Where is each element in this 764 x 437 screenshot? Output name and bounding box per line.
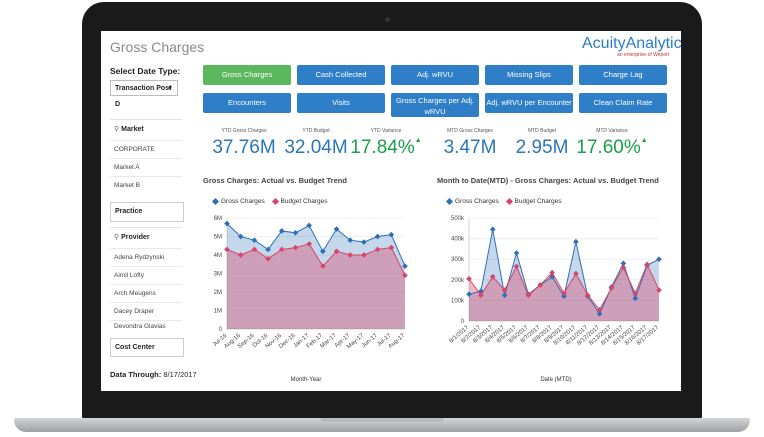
search-icon: ⚲ xyxy=(114,234,120,241)
charge-lag-button[interactable]: Charge Lag xyxy=(579,65,667,85)
adj-wrvu-per-encounter-button[interactable]: Adj. wRVU per Encounter xyxy=(485,93,573,113)
camera-icon xyxy=(385,17,390,22)
market-item[interactable]: Market B xyxy=(110,176,182,194)
date-type-select[interactable]: Transaction Post D ▼ xyxy=(110,80,178,108)
ytd-area-chart: 01M2M3M4M5M6MJul-16Aug-16Sep-16Oct-16Nov… xyxy=(212,216,408,350)
y-tick-label: 1M xyxy=(214,309,222,315)
cost-center-filter[interactable]: Cost Center xyxy=(110,338,184,357)
ytd-gross-label: YTD Gross Charges xyxy=(221,128,267,134)
mtd-chart-title: Month to Date(MTD) - Gross Charges: Actu… xyxy=(437,176,659,185)
data-through-label: Data Through: 8/17/2017 xyxy=(110,370,197,379)
mtd-x-axis-label: Date (MTD) xyxy=(540,377,572,383)
legend-budget-marker xyxy=(271,197,279,205)
gross-charges-per-adj-wrvu-button[interactable]: Gross Charges per Adj. wRVU xyxy=(391,93,479,117)
x-tick-label: Jun-17 xyxy=(361,333,379,350)
cost-center-label: Cost Center xyxy=(115,344,155,351)
mtd-variance-label: MTD Variance xyxy=(596,128,628,134)
mtd-chart-legend: Gross Charges Budget Charges xyxy=(441,197,562,205)
provider-filter[interactable]: ⚲ Provider Adena Rydzynski Aimil Lofty Ar… xyxy=(110,227,182,329)
series-area xyxy=(227,243,405,329)
mtd-area-chart: 0100k200k300k400k500k8/1/20178/2/20178/3… xyxy=(449,216,662,347)
cash-collected-button[interactable]: Cash Collected xyxy=(297,65,385,85)
dashboard-screen: Gross Charges AcuityAnalytics an enterpr… xyxy=(101,31,681,391)
provider-filter-label: Provider xyxy=(121,234,150,241)
legend-budget-label: Budget Charges xyxy=(280,198,328,205)
y-tick-label: 5M xyxy=(214,235,222,241)
ytd-variance-text: 17.84% xyxy=(350,137,415,158)
ytd-gross-value: 37.76M xyxy=(212,137,276,158)
legend-gross-marker xyxy=(445,197,454,205)
mtd-variance-value: 17.60%▲ xyxy=(571,137,653,159)
logo-tagline: an enterprise of Weport xyxy=(617,52,670,58)
data-point xyxy=(489,226,496,233)
y-tick-label: 0 xyxy=(219,327,223,333)
provider-item[interactable]: Devondra Glavias xyxy=(110,320,182,329)
provider-item[interactable]: Dacey Draper xyxy=(110,302,182,320)
up-arrow-icon: ▲ xyxy=(640,137,648,144)
market-filter[interactable]: ⚲ Market CORPORATE Market A Market B xyxy=(110,119,182,194)
y-tick-label: 100k xyxy=(451,298,465,304)
clean-claim-rate-button[interactable]: Clean Claim Rate xyxy=(579,93,667,113)
y-tick-label: 200k xyxy=(451,278,465,284)
practice-filter-label: Practice xyxy=(115,208,143,215)
y-tick-label: 500k xyxy=(451,216,465,222)
market-item[interactable]: Market A xyxy=(110,158,182,176)
provider-item[interactable]: Adena Rydzynski xyxy=(110,248,182,266)
ytd-x-axis-label: Month-Year xyxy=(290,377,322,383)
provider-filter-header[interactable]: ⚲ Provider xyxy=(110,228,182,248)
adj-wrvu-button[interactable]: Adj. wRVU xyxy=(391,65,479,85)
search-icon: ⚲ xyxy=(114,126,120,133)
y-tick-label: 4M xyxy=(214,253,222,259)
data-point xyxy=(513,250,520,256)
provider-item[interactable]: Arch Meugens xyxy=(110,284,182,302)
y-tick-label: 400k xyxy=(451,237,465,243)
ytd-chart-legend: Gross Charges Budget Charges xyxy=(207,197,328,205)
market-item[interactable]: CORPORATE xyxy=(110,140,182,158)
visits-button[interactable]: Visits xyxy=(297,93,385,113)
date-type-value: Transaction Post D xyxy=(115,85,172,108)
ytd-budget-label: YTD Budget xyxy=(302,128,330,134)
up-arrow-icon: ▲ xyxy=(414,137,422,144)
legend-budget-marker xyxy=(505,197,513,205)
market-filter-header[interactable]: ⚲ Market xyxy=(110,120,182,140)
data-through-caption: Data Through: xyxy=(110,370,162,379)
company-logo: AcuityAnalytics xyxy=(582,35,681,52)
data-point xyxy=(573,238,579,245)
legend-gross-label: Gross Charges xyxy=(455,198,499,205)
mtd-budget-label: MTD Budget xyxy=(527,128,557,134)
chevron-down-icon: ▼ xyxy=(167,86,173,92)
y-tick-label: 300k xyxy=(451,257,465,263)
page-title: Gross Charges xyxy=(110,39,205,55)
ytd-variance-value: 17.84%▲ xyxy=(345,137,427,159)
mtd-gross-value: 3.47M xyxy=(443,137,497,158)
practice-filter[interactable]: Practice xyxy=(110,202,184,222)
y-tick-label: 6M xyxy=(214,216,222,222)
gross-charges-button[interactable]: Gross Charges xyxy=(203,65,291,85)
encounters-button[interactable]: Encounters xyxy=(203,93,291,113)
y-tick-label: 2M xyxy=(214,290,222,296)
date-type-label: Select Date Type: xyxy=(110,66,181,76)
legend-gross-label: Gross Charges xyxy=(221,198,265,205)
laptop-notch xyxy=(320,418,444,422)
provider-item[interactable]: Aimil Lofty xyxy=(110,266,182,284)
y-tick-label: 0 xyxy=(461,319,465,325)
mtd-gross-label: MTD Gross Charges xyxy=(447,128,493,134)
data-through-date: 8/17/2017 xyxy=(163,370,197,379)
ytd-chart-title: Gross Charges: Actual vs. Budget Trend xyxy=(203,176,347,185)
ytd-variance-label: YTD Variance xyxy=(370,128,402,134)
y-tick-label: 3M xyxy=(214,272,222,278)
market-filter-label: Market xyxy=(121,126,144,133)
legend-gross-marker xyxy=(211,197,220,205)
missing-slips-button[interactable]: Missing Slips xyxy=(485,65,573,85)
mtd-variance-text: 17.60% xyxy=(576,137,641,158)
legend-budget-label: Budget Charges xyxy=(514,198,562,205)
